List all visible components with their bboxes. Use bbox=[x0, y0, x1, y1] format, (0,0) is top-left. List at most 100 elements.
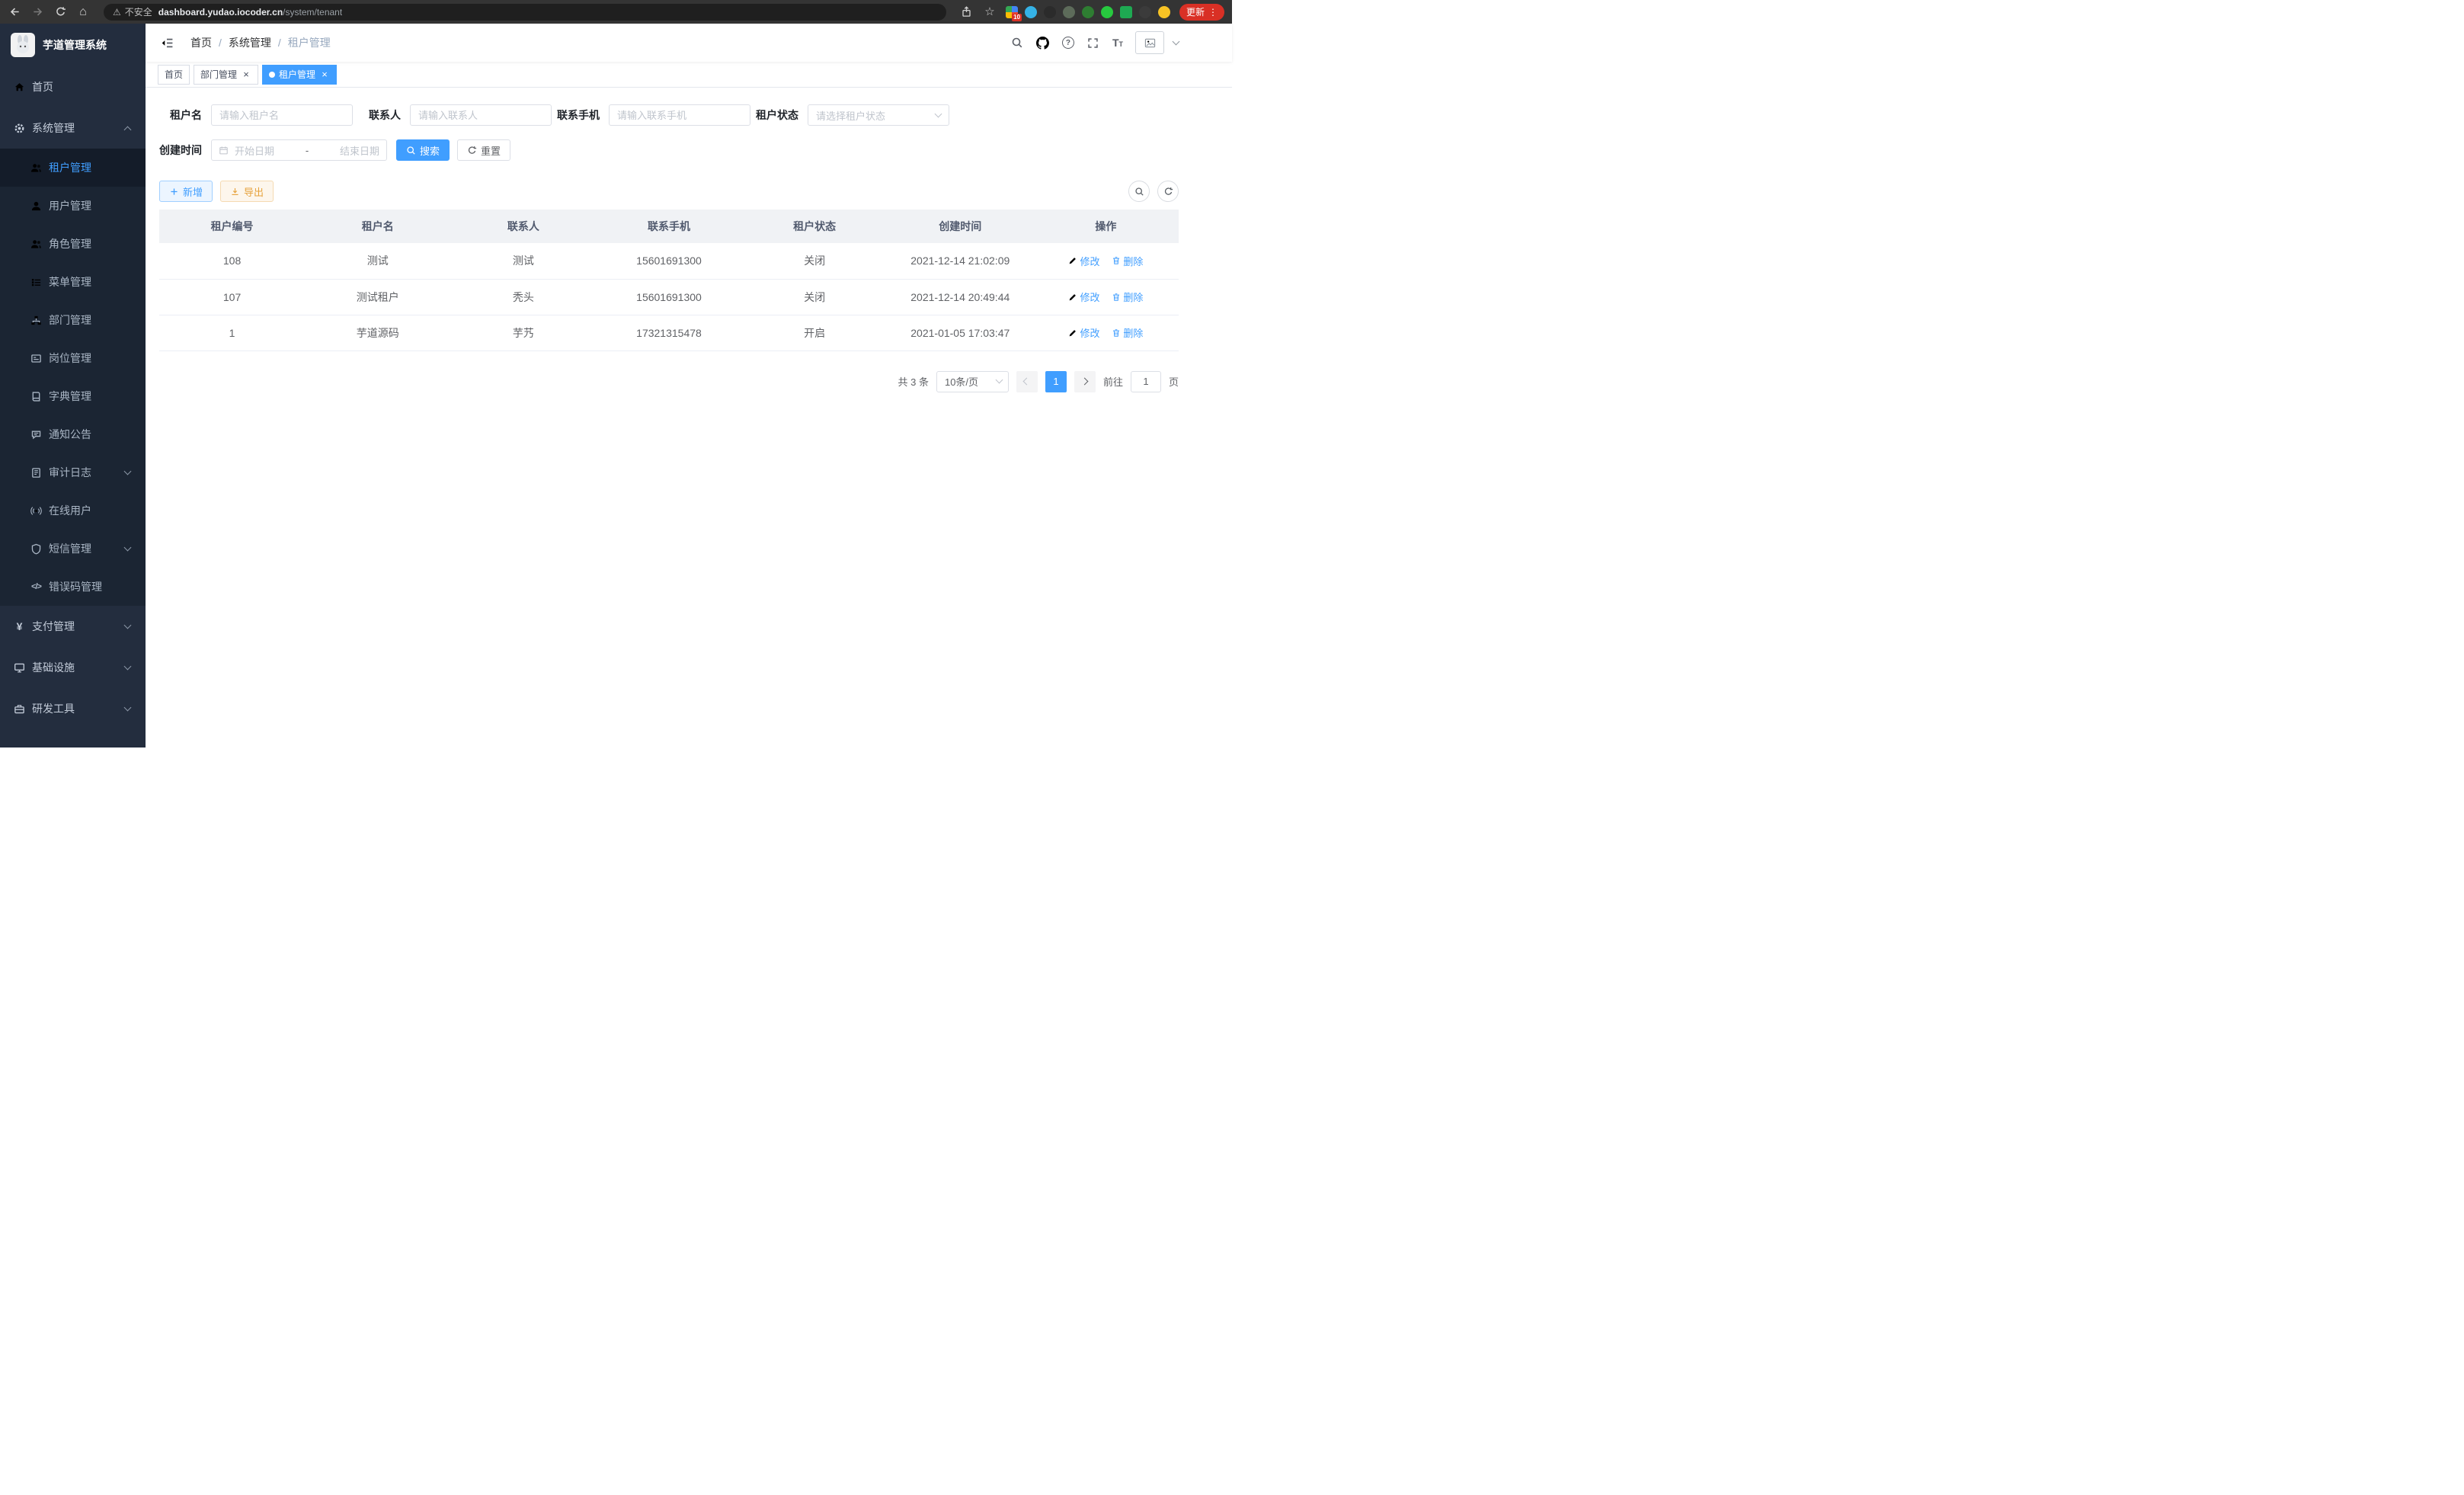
security-status[interactable]: ⚠ 不安全 bbox=[113, 5, 152, 18]
logo-image bbox=[11, 33, 35, 57]
tenant-name-input[interactable] bbox=[211, 104, 353, 126]
sidebar-item-tenant[interactable]: 租户管理 bbox=[0, 149, 146, 187]
col-phone: 联系手机 bbox=[596, 210, 741, 243]
goto-page-input[interactable] bbox=[1131, 371, 1161, 392]
sidebar-item-payment[interactable]: ¥ 支付管理 bbox=[0, 606, 146, 647]
sidebar-item-label: 通知公告 bbox=[49, 427, 132, 442]
extension-icon[interactable] bbox=[1063, 6, 1075, 18]
extension-icon[interactable] bbox=[1139, 6, 1151, 18]
person-icon bbox=[30, 200, 42, 212]
tag-tenant[interactable]: 租户管理 × bbox=[262, 65, 337, 85]
reset-button[interactable]: 重置 bbox=[457, 139, 510, 161]
cell-tenant-name: 测试租户 bbox=[305, 279, 450, 315]
toggle-search-button[interactable] bbox=[1128, 181, 1150, 202]
fullscreen-icon[interactable] bbox=[1086, 36, 1100, 50]
extension-icon[interactable]: 10 bbox=[1006, 6, 1018, 18]
sidebar-item-audit-log[interactable]: 审计日志 bbox=[0, 453, 146, 491]
share-icon[interactable] bbox=[960, 5, 974, 19]
app-logo[interactable]: 芋道管理系统 bbox=[0, 24, 146, 66]
add-button[interactable]: 新增 bbox=[159, 181, 213, 202]
avatar[interactable] bbox=[1135, 31, 1164, 54]
tag-dept[interactable]: 部门管理 × bbox=[194, 65, 258, 85]
sidebar-item-sms[interactable]: 短信管理 bbox=[0, 530, 146, 568]
bookmark-star-icon[interactable]: ☆ bbox=[983, 5, 997, 19]
trash-icon bbox=[1112, 293, 1121, 302]
sidebar-item-system[interactable]: 系统管理 bbox=[0, 107, 146, 149]
chrome-update-button[interactable]: 更新 ⋮ bbox=[1179, 4, 1224, 21]
refresh-table-button[interactable] bbox=[1157, 181, 1179, 202]
sidebar-toggle[interactable] bbox=[158, 34, 177, 53]
browser-home-icon[interactable]: ⌂ bbox=[76, 5, 90, 19]
pencil-icon bbox=[1068, 256, 1077, 265]
people-icon bbox=[30, 162, 42, 174]
sidebar-item-infra[interactable]: 基础设施 bbox=[0, 647, 146, 688]
phone-input[interactable] bbox=[609, 104, 750, 126]
close-icon[interactable]: × bbox=[319, 69, 330, 80]
tenant-table: 租户编号 租户名 联系人 联系手机 租户状态 创建时间 操作 108 测试 测试 bbox=[159, 210, 1179, 351]
reload-icon[interactable] bbox=[53, 5, 67, 19]
back-icon[interactable] bbox=[8, 5, 21, 19]
sidebar-item-user[interactable]: 用户管理 bbox=[0, 187, 146, 225]
extension-badge: 10 bbox=[1012, 14, 1022, 21]
delete-button[interactable]: 删除 bbox=[1112, 254, 1143, 268]
edit-button[interactable]: 修改 bbox=[1068, 254, 1099, 268]
search-icon[interactable] bbox=[1010, 36, 1024, 50]
sidebar-item-error-code[interactable]: </> 错误码管理 bbox=[0, 568, 146, 606]
extension-icon[interactable] bbox=[1044, 6, 1056, 18]
contact-input[interactable] bbox=[410, 104, 552, 126]
extension-icon[interactable] bbox=[1025, 6, 1037, 18]
create-time-label: 创建时间 bbox=[159, 142, 202, 158]
chevron-down-icon bbox=[124, 467, 132, 475]
status-select[interactable]: 请选择租户状态 bbox=[808, 104, 949, 126]
sidebar-item-online-user[interactable]: 在线用户 bbox=[0, 491, 146, 530]
tag-home[interactable]: 首页 bbox=[158, 65, 190, 85]
next-page-button[interactable] bbox=[1074, 371, 1096, 392]
font-small-glyph: T bbox=[1119, 41, 1124, 48]
help-icon[interactable]: ? bbox=[1062, 37, 1074, 49]
page-size-select[interactable]: 10条/页 bbox=[936, 371, 1009, 392]
tag-label: 租户管理 bbox=[279, 68, 315, 81]
sidebar-item-devtools[interactable]: 研发工具 bbox=[0, 688, 146, 729]
page-content: 租户名 联系人 联系手机 租户状态 请选择租户状态 bbox=[146, 88, 1232, 748]
breadcrumb-system[interactable]: 系统管理 bbox=[229, 35, 271, 50]
search-button[interactable]: 搜索 bbox=[396, 139, 450, 161]
delete-button[interactable]: 删除 bbox=[1112, 325, 1143, 340]
security-label: 不安全 bbox=[125, 5, 152, 18]
sidebar-item-menu[interactable]: 菜单管理 bbox=[0, 263, 146, 301]
date-range-picker[interactable]: 开始日期 - 结束日期 bbox=[211, 139, 387, 161]
sidebar-item-label: 系统管理 bbox=[32, 120, 118, 136]
edit-button[interactable]: 修改 bbox=[1068, 290, 1099, 304]
export-button-label: 导出 bbox=[244, 184, 264, 199]
cell-operation: 修改 删除 bbox=[1033, 279, 1179, 315]
edit-button[interactable]: 修改 bbox=[1068, 325, 1099, 340]
delete-button[interactable]: 删除 bbox=[1112, 290, 1143, 304]
forward-icon[interactable] bbox=[30, 5, 44, 19]
filter-create-time: 创建时间 开始日期 - 结束日期 bbox=[159, 139, 387, 161]
page-number-button[interactable]: 1 bbox=[1045, 371, 1067, 392]
sidebar-item-dept[interactable]: 部门管理 bbox=[0, 301, 146, 339]
github-icon[interactable] bbox=[1036, 36, 1050, 50]
avatar-caret-icon[interactable] bbox=[1173, 37, 1180, 45]
extension-icon[interactable] bbox=[1120, 6, 1132, 18]
chevron-down-icon bbox=[124, 703, 132, 711]
sidebar-item-post[interactable]: 岗位管理 bbox=[0, 339, 146, 377]
address-bar[interactable]: ⚠ 不安全 dashboard.yudao.iocoder.cn/system/… bbox=[104, 4, 946, 21]
extension-icon[interactable] bbox=[1101, 6, 1113, 18]
breadcrumb-home[interactable]: 首页 bbox=[190, 35, 212, 50]
cell-tenant-id: 108 bbox=[159, 243, 305, 279]
sidebar-item-dict[interactable]: 字典管理 bbox=[0, 377, 146, 415]
status-label: 租户状态 bbox=[756, 107, 798, 123]
sidebar-item-label: 租户管理 bbox=[49, 160, 132, 175]
font-size-icon[interactable]: TT bbox=[1112, 37, 1123, 48]
contact-label: 联系人 bbox=[358, 107, 401, 123]
page-size-value: 10条/页 bbox=[945, 374, 978, 389]
sidebar-item-home[interactable]: 首页 bbox=[0, 66, 146, 107]
extension-icon[interactable] bbox=[1158, 6, 1170, 18]
close-icon[interactable]: × bbox=[241, 69, 251, 80]
sidebar-item-notice[interactable]: 通知公告 bbox=[0, 415, 146, 453]
sidebar-item-role[interactable]: 角色管理 bbox=[0, 225, 146, 263]
delete-label: 删除 bbox=[1123, 325, 1143, 340]
prev-page-button[interactable] bbox=[1016, 371, 1038, 392]
extension-icon[interactable] bbox=[1082, 6, 1094, 18]
export-button[interactable]: 导出 bbox=[220, 181, 274, 202]
